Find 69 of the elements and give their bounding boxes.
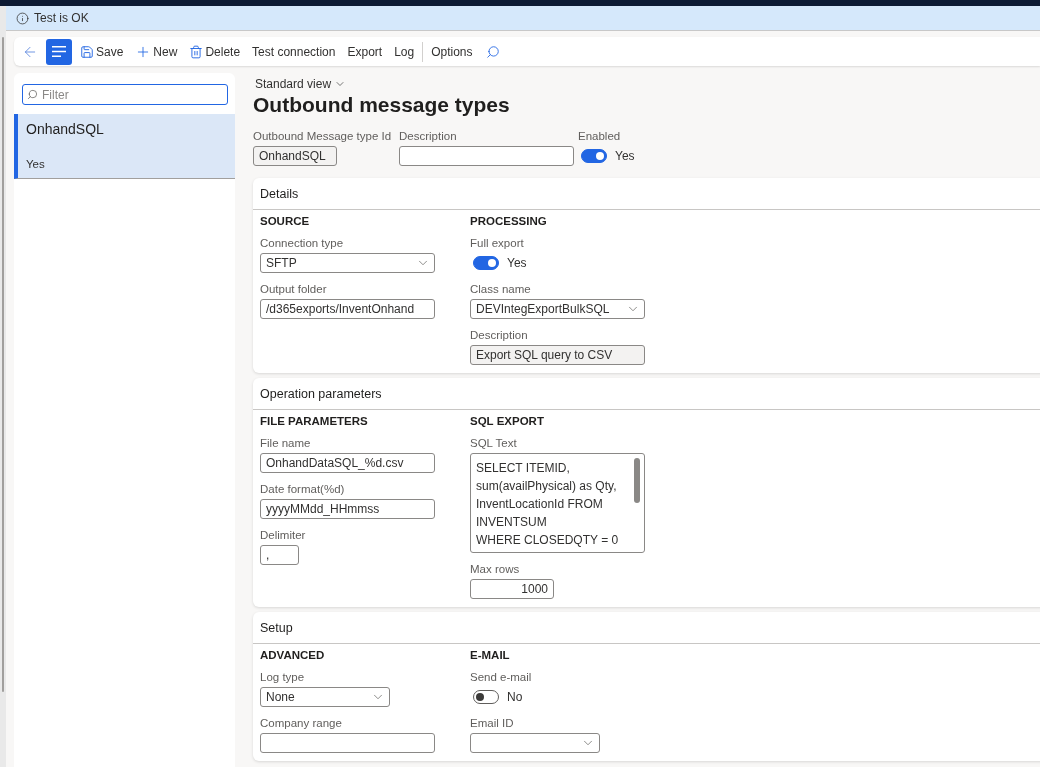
list-item-subtitle: Yes <box>26 158 45 170</box>
field-label: Outbound Message type Id <box>253 129 392 143</box>
list-item-title: OnhandSQL <box>26 121 104 137</box>
section-header[interactable]: Details <box>253 178 1040 210</box>
field-label: Send e-mail <box>470 670 532 684</box>
toggle-switch[interactable] <box>473 690 499 704</box>
toolbar-button[interactable]: New <box>131 38 182 65</box>
toolbar-button[interactable]: Log <box>390 38 419 65</box>
toolbar-button[interactable]: Export <box>343 38 387 65</box>
dropdown[interactable] <box>470 733 600 753</box>
group-title: E-MAIL <box>470 648 510 662</box>
toggle-switch[interactable] <box>581 149 607 163</box>
field-label: Output folder <box>260 282 327 296</box>
section-header[interactable]: Setup <box>253 612 1040 644</box>
field-label: Description <box>399 129 457 143</box>
field-label: Log type <box>260 670 305 684</box>
field-label: Enabled <box>578 129 621 143</box>
save-icon <box>80 44 94 59</box>
field-label: Email ID <box>470 716 514 730</box>
options-button[interactable]: Options <box>427 38 477 65</box>
info-icon <box>16 11 29 25</box>
field-label: File name <box>260 436 311 450</box>
dropdown[interactable]: None <box>260 687 390 707</box>
field-label: Max rows <box>470 562 520 576</box>
field-label: Full export <box>470 236 524 250</box>
search-icon <box>485 44 500 59</box>
group-title: PROCESSING <box>470 214 547 228</box>
toolbar-button[interactable]: Delete <box>185 38 245 65</box>
text-field[interactable]: /d365exports/InventOnhand <box>260 299 435 319</box>
text-field[interactable]: yyyyMMdd_HHmmss <box>260 499 435 519</box>
filter-field[interactable]: Filter <box>22 84 228 105</box>
field-label: Description <box>470 328 528 342</box>
scrollbar-thumb[interactable] <box>634 458 640 503</box>
toggle-state-text: Yes <box>507 256 527 270</box>
group-title: SQL EXPORT <box>470 414 544 428</box>
list-pane-toggle[interactable] <box>46 38 72 65</box>
field-label: Company range <box>260 716 342 730</box>
dropdown[interactable]: SFTP <box>260 253 435 273</box>
text-field[interactable]: Export SQL query to CSV <box>470 345 645 365</box>
toolbar-button[interactable]: Test connection <box>248 38 340 65</box>
field-label: Delimiter <box>260 528 306 542</box>
view-selector[interactable]: Standard view <box>253 77 347 91</box>
group-title: FILE PARAMETERS <box>260 414 368 428</box>
search-icon <box>27 89 38 100</box>
text-field[interactable] <box>399 146 574 166</box>
text-field[interactable]: OnhandDataSQL_%d.csv <box>260 453 435 473</box>
trash-icon <box>189 44 204 59</box>
toggle-state-text: No <box>507 690 523 704</box>
toggle-state-text: Yes <box>615 149 635 163</box>
field-label: Date format(%d) <box>260 482 345 496</box>
scrollbar-thumb[interactable] <box>2 37 4 692</box>
group-title: SOURCE <box>260 214 310 228</box>
section-header[interactable]: Operation parameters <box>253 378 1040 410</box>
menu-icon <box>52 46 66 57</box>
text-field[interactable] <box>260 733 435 753</box>
text-area[interactable]: SELECT ITEMID, sum(availPhysical) as Qty, InventLocationId FROM INVENTSUM WHERE CLOSEDQTY = 0 <box>470 453 645 553</box>
text-field[interactable]: 1000 <box>470 579 554 599</box>
message-text: Test is OK <box>34 11 89 25</box>
list-item[interactable]: OnhandSQL Yes <box>14 114 235 179</box>
page-title: Outbound message types <box>253 92 510 118</box>
toolbar-button[interactable]: Save <box>76 38 128 65</box>
dropdown[interactable]: DEVIntegExportBulkSQL <box>470 299 645 319</box>
field-label: Connection type <box>260 236 344 250</box>
text-field[interactable]: OnhandSQL <box>253 146 337 166</box>
group-title: ADVANCED <box>260 648 325 662</box>
field-label: SQL Text <box>470 436 517 450</box>
toggle-switch[interactable] <box>473 256 499 270</box>
field-label: Class name <box>470 282 531 296</box>
text-field[interactable]: , <box>260 545 299 565</box>
